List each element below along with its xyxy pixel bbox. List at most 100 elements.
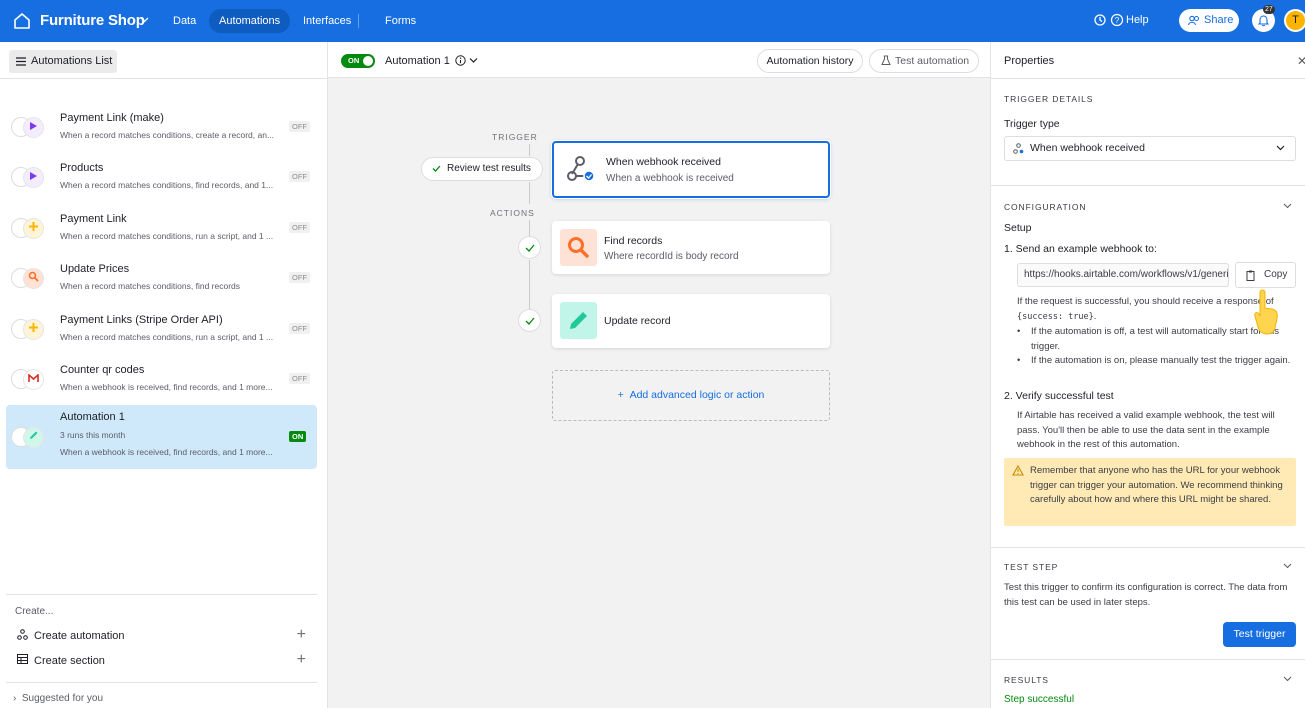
automation-title: Automation 1: [60, 411, 125, 423]
automation-name[interactable]: Automation 1: [385, 55, 450, 67]
chevron-down-icon: [1276, 145, 1285, 151]
nav-forms[interactable]: Forms: [375, 9, 426, 33]
plus-icon[interactable]: +: [297, 651, 306, 669]
automation-item[interactable]: Update Prices When a record matches cond…: [6, 257, 317, 304]
close-icon[interactable]: ✕: [1297, 54, 1305, 68]
properties-title: Properties: [1004, 55, 1055, 67]
webhook-url-field[interactable]: https://hooks.airtable.com/workflows/v1/…: [1017, 263, 1229, 287]
chevron-down-icon[interactable]: [1283, 563, 1292, 569]
connector-line: [529, 182, 530, 204]
automation-icons: [11, 117, 49, 138]
automation-icon: [17, 629, 28, 640]
connector-line: [529, 260, 530, 309]
status-badge: OFF: [289, 171, 310, 182]
create-section-label: Create section: [34, 655, 105, 667]
plus-icon: [23, 319, 44, 340]
automation-toggle[interactable]: ON: [341, 54, 375, 68]
test-trigger-button[interactable]: Test trigger: [1223, 622, 1296, 647]
verify-text: If Airtable has received a valid example…: [1017, 410, 1275, 450]
success-code: {success: true}: [1017, 311, 1094, 322]
chevron-down-icon[interactable]: [469, 57, 478, 64]
nav-divider: [358, 14, 359, 28]
warning-text: Remember that anyone who has the URL for…: [1030, 465, 1283, 505]
check-icon: [525, 244, 535, 252]
automation-history-button[interactable]: Automation history: [757, 49, 863, 73]
status-badge: OFF: [289, 121, 310, 132]
bullet-on: If the automation is on, please manually…: [1017, 354, 1297, 369]
success-text-line: If the request is successful, you should…: [1017, 296, 1274, 307]
automation-item[interactable]: Payment Links (Stripe Order API) When a …: [6, 308, 317, 355]
automation-run-count: 3 runs this month: [60, 430, 126, 440]
results-status: Step successful: [1004, 694, 1075, 705]
notification-count-badge: 27: [1263, 5, 1275, 14]
trigger-type-select[interactable]: When webhook received: [1004, 136, 1296, 161]
gmail-icon: [23, 369, 44, 390]
status-badge: ON: [289, 431, 307, 442]
users-icon: [1188, 15, 1199, 26]
info-icon[interactable]: [455, 55, 466, 66]
automation-icons: [11, 427, 49, 448]
webhook-icon: [1013, 143, 1024, 154]
status-badge: OFF: [289, 222, 310, 233]
trigger-step-card[interactable]: When webhook received When a webhook is …: [552, 141, 830, 198]
pencil-icon: [23, 427, 44, 448]
automation-icons: [11, 167, 49, 188]
clipboard-icon: [1246, 270, 1255, 281]
automation-description: When a record matches conditions, create…: [60, 130, 275, 140]
automations-list-button[interactable]: Automations List: [9, 50, 117, 73]
table-icon: [17, 654, 28, 664]
trigger-details-heading: TRIGGER DETAILS: [1004, 94, 1094, 104]
create-automation-button[interactable]: Create automation +: [15, 626, 310, 646]
add-advanced-logic-button[interactable]: + Add advanced logic or action: [552, 370, 830, 421]
properties-panel: Properties ✕ TRIGGER DETAILS Trigger typ…: [990, 42, 1305, 708]
create-automation-label: Create automation: [34, 630, 125, 642]
review-test-results-button[interactable]: Review test results: [421, 157, 543, 181]
divider: [991, 78, 1305, 79]
help-label[interactable]: Help: [1126, 14, 1149, 26]
warning-icon: [1012, 465, 1024, 476]
status-badge: OFF: [289, 272, 310, 283]
chevron-down-icon[interactable]: [1283, 203, 1292, 209]
share-label: Share: [1204, 14, 1234, 26]
test-automation-button[interactable]: Test automation: [869, 49, 979, 73]
step-status-check: [518, 236, 541, 259]
share-button[interactable]: Share: [1179, 9, 1239, 32]
find-records-step-card[interactable]: Find records Where recordId is body reco…: [552, 221, 830, 274]
nav-data[interactable]: Data: [163, 9, 206, 33]
add-logic-label: Add advanced logic or action: [629, 389, 765, 401]
automation-item-selected[interactable]: Automation 1 3 runs this month When a we…: [6, 405, 317, 469]
chevron-down-icon[interactable]: [140, 15, 149, 24]
check-icon: [432, 165, 441, 172]
find-records-title: Find records: [604, 235, 663, 247]
automation-description: When a record matches conditions, find r…: [60, 180, 274, 190]
test-automation-label: Test automation: [895, 55, 970, 67]
avatar[interactable]: T: [1284, 9, 1305, 32]
divider: [0, 78, 328, 79]
automation-item[interactable]: Counter qr codes When a webhook is recei…: [6, 358, 317, 405]
play-icon: [23, 167, 44, 188]
automations-sidebar: Automations List Payment Link (make) Whe…: [0, 42, 328, 708]
update-record-step-card[interactable]: Update record: [552, 294, 830, 348]
help-icon[interactable]: ?: [1109, 12, 1125, 28]
nav-automations[interactable]: Automations: [209, 9, 291, 33]
suggested-for-you[interactable]: › Suggested for you: [13, 693, 103, 704]
home-icon[interactable]: [12, 11, 32, 31]
create-section-button[interactable]: Create section +: [15, 651, 310, 671]
automation-description: When a record matches conditions, run a …: [60, 231, 274, 241]
automation-item[interactable]: Products When a record matches condition…: [6, 156, 317, 203]
automation-title: Payment Link: [60, 213, 127, 225]
copy-button[interactable]: Copy: [1235, 262, 1296, 288]
find-records-subtitle: Where recordId is body record: [604, 251, 739, 262]
test-step-text: Test this trigger to confirm its configu…: [1004, 582, 1288, 608]
automation-title: Products: [60, 162, 104, 174]
pencil-icon: [560, 302, 597, 339]
nav-interfaces[interactable]: Interfaces: [293, 9, 361, 33]
automation-item[interactable]: Payment Link When a record matches condi…: [6, 207, 317, 254]
history-icon[interactable]: [1092, 12, 1108, 28]
status-badge: OFF: [289, 373, 310, 384]
base-name[interactable]: Furniture Shop: [40, 12, 145, 29]
chevron-down-icon[interactable]: [1283, 676, 1292, 682]
plus-icon[interactable]: +: [297, 626, 306, 644]
flask-icon: [881, 55, 891, 65]
automation-item[interactable]: Payment Link (make) When a record matche…: [6, 106, 317, 153]
